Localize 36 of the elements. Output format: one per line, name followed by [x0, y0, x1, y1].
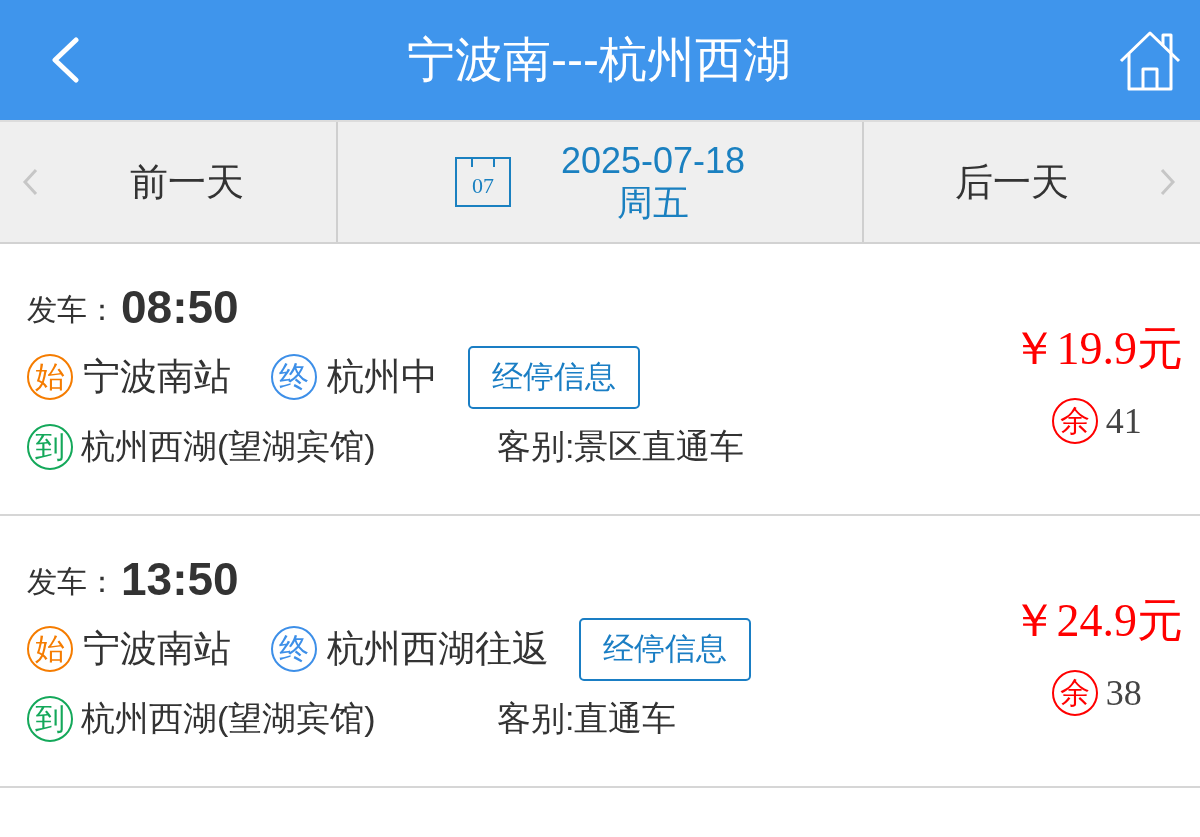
back-icon [50, 37, 80, 83]
page-title: 宁波南---杭州西湖 [407, 32, 791, 88]
chevron-left-icon [22, 168, 38, 196]
calendar-day[interactable]: 07 [454, 157, 511, 207]
depart-time: 08:50 [121, 280, 239, 334]
stops-info-button[interactable]: 经停信息 [579, 617, 751, 681]
bus-type: 客别:景区直通车 [497, 426, 745, 467]
station-name: 宁波南站 [83, 627, 231, 671]
seats-badge: 余 [1051, 670, 1098, 716]
arrival-station: 杭州西湖(望湖宾馆) [81, 426, 376, 467]
origin-badge: 始 [27, 626, 73, 672]
stops-info-button[interactable]: 经停信息 [468, 345, 640, 409]
terminus-badge: 终 [271, 354, 317, 400]
selected-date: 2025-07-18 [560, 140, 746, 182]
terminus-badge: 终 [271, 626, 317, 672]
seats-count: 38 [1105, 672, 1142, 714]
previous-day-button[interactable]: 前一天 [0, 122, 338, 242]
station-name: 杭州西湖往返 [327, 627, 549, 671]
weekday-label: 周五 [617, 182, 689, 224]
arrival-badge: 到 [27, 424, 73, 470]
arrival-station: 杭州西湖(望湖宾馆) [81, 698, 376, 739]
station-name: 宁波南站 [83, 355, 231, 399]
depart-label: 发车： [27, 291, 117, 328]
back-button[interactable] [50, 37, 80, 83]
bus-type: 客别:直通车 [497, 698, 677, 739]
origin-badge: 始 [27, 354, 73, 400]
next-day-button[interactable]: 后一天 [862, 122, 1200, 242]
arrival-badge: 到 [27, 696, 73, 742]
depart-time: 13:50 [121, 552, 239, 606]
chevron-right-icon [1160, 168, 1176, 196]
station-name: 杭州中 [327, 355, 438, 399]
ticket-price: ￥24.9元 [1010, 594, 1183, 648]
seats-badge: 余 [1051, 398, 1098, 444]
depart-label: 发车： [27, 563, 117, 600]
ticket-price: ￥19.9元 [1010, 322, 1183, 376]
seats-count: 41 [1105, 400, 1142, 442]
